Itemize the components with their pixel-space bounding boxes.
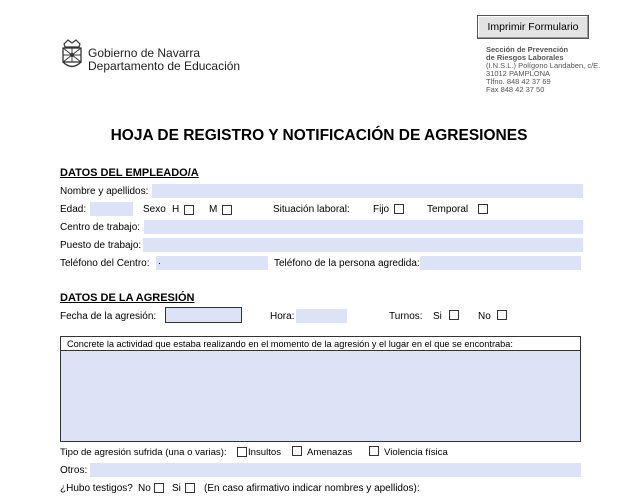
gobierno-navarra-logo xyxy=(60,38,84,72)
puesto-label: Puesto de trabajo: xyxy=(60,240,142,251)
page-title: HOJA DE REGISTRO Y NOTIFICACIÓN DE AGRES… xyxy=(110,127,528,144)
org-department: Departamento de Educación xyxy=(88,59,241,73)
address-line: Tlfno. 848 42 37 69 xyxy=(486,77,551,86)
fecha-label: Fecha de la agresión: xyxy=(60,311,157,322)
edad-input[interactable] xyxy=(90,202,133,216)
turnos-si-label: Si xyxy=(433,311,442,322)
actividad-box: Concrete la actividad que estaba realiza… xyxy=(60,336,581,442)
violencia-label: Violencia física xyxy=(384,447,448,458)
testigos-si-label: Si xyxy=(172,483,181,494)
turnos-no-label: No xyxy=(478,311,491,322)
otros-input[interactable] xyxy=(90,463,581,477)
otros-label: Otros: xyxy=(60,465,88,476)
nombre-input[interactable] xyxy=(152,184,583,198)
testigos-si-checkbox[interactable] xyxy=(185,483,195,493)
temporal-checkbox[interactable] xyxy=(478,204,488,214)
section-heading-empleado: DATOS DEL EMPLEADO/A xyxy=(60,167,199,179)
address-block: Sección de Prevención de Riesgos Laboral… xyxy=(486,46,600,93)
sexo-m-checkbox[interactable] xyxy=(222,205,232,215)
testigos-no-checkbox[interactable] xyxy=(154,483,164,493)
fijo-checkbox[interactable] xyxy=(394,204,404,214)
tel-agredida-input[interactable] xyxy=(420,256,581,270)
violencia-checkbox[interactable] xyxy=(369,446,379,456)
actividad-textarea[interactable] xyxy=(61,350,580,441)
tel-centro-label: Teléfono del Centro: xyxy=(60,258,150,269)
testigos-no-label: No xyxy=(138,483,151,494)
turnos-si-checkbox[interactable] xyxy=(449,310,459,320)
tel-agredida-label: Teléfono de la persona agredida: xyxy=(274,258,420,269)
coat-of-arms-icon xyxy=(62,39,82,68)
actividad-label: Concrete la actividad que estaba realiza… xyxy=(67,339,513,349)
centro-label: Centro de trabajo: xyxy=(60,222,141,233)
org-name: Gobierno de Navarra xyxy=(88,46,201,60)
testigos-note: (En caso afirmativo indicar nombres y ap… xyxy=(204,483,420,494)
testigos-label: ¿Hubo testigos? xyxy=(60,483,133,494)
tipo-label: Tipo de agresión sufrida (una o varias): xyxy=(60,447,227,458)
turnos-label: Turnos: xyxy=(389,311,423,322)
amenazas-label: Amenazas xyxy=(307,447,353,458)
sexo-h-label: H xyxy=(172,204,180,215)
edad-label: Edad: xyxy=(60,204,87,215)
sexo-m-label: M xyxy=(209,204,218,215)
print-form-button[interactable]: Imprimir Formulario xyxy=(477,15,589,39)
turnos-no-checkbox[interactable] xyxy=(497,310,507,320)
insultos-label: Insultos xyxy=(248,447,282,458)
section-heading-agresion: DATOS DE LA AGRESIÓN xyxy=(60,292,195,304)
puesto-input[interactable] xyxy=(143,238,583,252)
insultos-checkbox[interactable] xyxy=(237,447,247,457)
sexo-h-checkbox[interactable] xyxy=(184,205,194,215)
fijo-label: Fijo xyxy=(373,204,390,215)
sexo-label: Sexo xyxy=(143,204,166,215)
fecha-input[interactable] xyxy=(165,307,242,323)
nombre-label: Nombre y apellidos: xyxy=(60,186,149,197)
tel-centro-input[interactable]: . xyxy=(156,256,268,270)
situacion-label: Situación laboral: xyxy=(273,204,350,215)
address-line: Fax 848 42 37 50 xyxy=(486,86,545,92)
temporal-label: Temporal xyxy=(427,204,469,215)
amenazas-checkbox[interactable] xyxy=(292,446,302,456)
hora-label: Hora: xyxy=(270,311,295,322)
centro-input[interactable] xyxy=(144,220,583,234)
hora-input[interactable] xyxy=(296,309,347,323)
